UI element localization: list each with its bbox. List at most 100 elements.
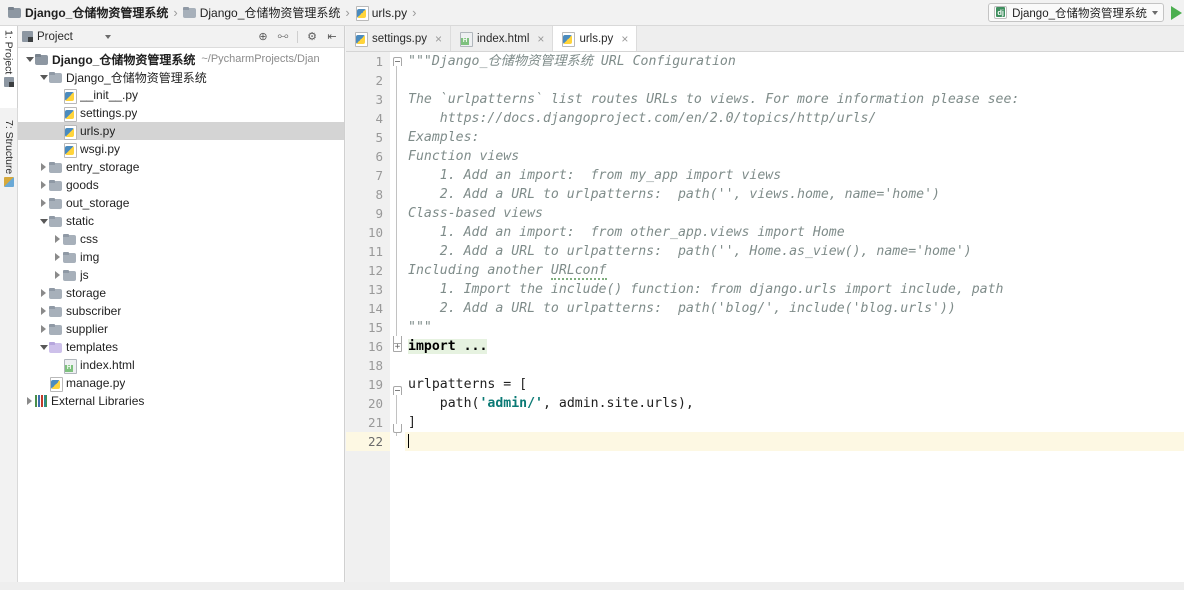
chevron-down-icon[interactable]	[24, 50, 35, 68]
chevron-right-icon[interactable]	[52, 230, 63, 248]
code-span: , admin.site.urls),	[543, 396, 694, 411]
scroll-from-source-icon[interactable]: ⊕	[255, 29, 271, 45]
code-line[interactable]: 1. Add an import: from my_app import vie…	[405, 166, 1184, 185]
tree-row-icon	[49, 71, 62, 83]
editor-tab-label: settings.py	[372, 32, 427, 45]
tree-row[interactable]: Django_仓储物资管理系统 ~/PycharmProjects/Djan	[18, 50, 344, 68]
tree-row[interactable]: External Libraries	[18, 392, 344, 410]
chevron-right-icon[interactable]	[52, 266, 63, 284]
code-line[interactable]: Examples:	[405, 128, 1184, 147]
code-line[interactable]: """	[405, 318, 1184, 337]
fold-marker-imports-expand[interactable]: +	[392, 342, 403, 353]
tree-row[interactable]: img	[18, 248, 344, 266]
editor-tab[interactable]: index.html ×	[451, 26, 554, 51]
chevron-down-icon[interactable]	[38, 68, 49, 86]
chevron-down-icon[interactable]	[1152, 10, 1158, 15]
chevron-right-icon[interactable]	[38, 194, 49, 212]
settings-gear-icon[interactable]: ⚙	[304, 29, 320, 45]
code-line[interactable]: ]	[405, 413, 1184, 432]
close-icon[interactable]: ×	[435, 32, 442, 46]
hide-panel-icon[interactable]: ⇤	[324, 29, 340, 45]
code-span: URLconf	[550, 263, 607, 280]
project-panel-title[interactable]: Project	[22, 31, 73, 43]
code-line[interactable]: 2. Add a URL to urlpatterns: path('', vi…	[405, 185, 1184, 204]
chevron-right-icon[interactable]	[38, 284, 49, 302]
close-icon[interactable]: ×	[621, 32, 628, 46]
tree-row[interactable]: goods	[18, 176, 344, 194]
code-line[interactable]	[405, 356, 1184, 375]
editor-tab[interactable]: settings.py ×	[346, 26, 451, 51]
tree-row-label: entry_storage	[66, 160, 140, 174]
tree-row[interactable]: Django_仓储物资管理系统	[18, 68, 344, 86]
tree-row[interactable]: storage	[18, 284, 344, 302]
code-line[interactable]: Class-based views	[405, 204, 1184, 223]
code-line[interactable]: Including another URLconf	[405, 261, 1184, 280]
code-line[interactable]	[405, 432, 1184, 451]
code-span: 1. Add an import: from my_app import vie…	[408, 168, 782, 183]
breadcrumb-item[interactable]: urls.py	[355, 6, 407, 21]
editor-tab-label: urls.py	[579, 32, 614, 45]
close-icon[interactable]: ×	[537, 32, 544, 46]
project-file-tree[interactable]: Django_仓储物资管理系统 ~/PycharmProjects/Djan Dja…	[18, 48, 344, 582]
folder-icon	[182, 7, 196, 18]
chevron-down-icon[interactable]	[38, 338, 49, 356]
tree-row-label: subscriber	[66, 304, 122, 318]
code-text[interactable]: """Django_仓储物资管理系统 URL Configuration The …	[405, 52, 1184, 590]
code-line[interactable]: urlpatterns = [	[405, 375, 1184, 394]
breadcrumb-item[interactable]: Django_仓储物资管理系统	[182, 4, 340, 21]
code-area[interactable]: 1 2 3 4 5 6 7 8 9 10 11 12 13 14 15 16 18 19 20 21 22 + """D…	[346, 52, 1184, 590]
collapse-all-icon[interactable]: ⧟	[275, 29, 291, 45]
tool-button-structure[interactable]: 7: Structure	[0, 116, 18, 212]
tree-row-label: templates	[66, 340, 119, 354]
chevron-right-icon[interactable]	[38, 158, 49, 176]
folder-icon	[63, 251, 76, 263]
fold-marker-docstring-start[interactable]	[392, 56, 403, 67]
code-line[interactable]: 1. Import the include() function: from d…	[405, 280, 1184, 299]
tree-row[interactable]: manage.py	[18, 374, 344, 392]
tree-row-icon	[49, 341, 62, 353]
chevron-right-icon[interactable]	[24, 392, 35, 410]
tree-row[interactable]: out_storage	[18, 194, 344, 212]
code-line[interactable]: path('admin/', admin.site.urls),	[405, 394, 1184, 413]
python-file-icon	[63, 88, 77, 104]
chevron-right-icon[interactable]	[38, 176, 49, 194]
tree-row[interactable]: static	[18, 212, 344, 230]
run-arrow-icon[interactable]	[1171, 5, 1182, 20]
chevron-down-icon[interactable]	[104, 34, 111, 39]
tree-row[interactable]: entry_storage	[18, 158, 344, 176]
tree-row[interactable]: urls.py	[18, 122, 344, 140]
run-configuration-selector[interactable]: Django_仓储物资管理系统	[988, 3, 1164, 22]
editor-tab[interactable]: urls.py ×	[553, 26, 638, 51]
tree-row[interactable]: settings.py	[18, 104, 344, 122]
tree-row[interactable]: __init__.py	[18, 86, 344, 104]
code-line[interactable]: Function views	[405, 147, 1184, 166]
fold-marker-urlpatterns-start[interactable]	[392, 385, 403, 396]
tree-row[interactable]: index.html	[18, 356, 344, 374]
fold-marker-urlpatterns-end[interactable]	[392, 423, 403, 434]
code-line[interactable]	[405, 71, 1184, 90]
folder-icon	[49, 287, 62, 299]
code-folding-gutter[interactable]: +	[390, 52, 405, 590]
breadcrumb-item[interactable]: Django_仓储物资管理系统	[8, 4, 168, 21]
chevron-right-icon[interactable]	[38, 302, 49, 320]
chevron-down-icon[interactable]	[38, 212, 49, 230]
tree-row[interactable]: wsgi.py	[18, 140, 344, 158]
chevron-right-icon[interactable]	[52, 248, 63, 266]
tree-row[interactable]: supplier	[18, 320, 344, 338]
code-line[interactable]: 2. Add a URL to urlpatterns: path('blog/…	[405, 299, 1184, 318]
html-file-icon	[459, 32, 473, 47]
tree-row[interactable]: css	[18, 230, 344, 248]
code-line[interactable]: """Django_仓储物资管理系统 URL Configuration	[405, 52, 1184, 71]
code-line[interactable]: 1. Add an import: from other_app.views i…	[405, 223, 1184, 242]
code-line[interactable]: https://docs.djangoproject.com/en/2.0/to…	[405, 109, 1184, 128]
tool-button-project-label: 1: Project	[2, 30, 15, 75]
tree-row[interactable]: js	[18, 266, 344, 284]
chevron-right-icon[interactable]	[38, 320, 49, 338]
tree-row[interactable]: templates	[18, 338, 344, 356]
tool-button-project[interactable]: 1: Project	[0, 26, 18, 108]
code-line[interactable]: 2. Add a URL to urlpatterns: path('', Ho…	[405, 242, 1184, 261]
template-folder-icon	[49, 341, 62, 353]
tree-row[interactable]: subscriber	[18, 302, 344, 320]
code-line[interactable]: The `urlpatterns` list routes URLs to vi…	[405, 90, 1184, 109]
code-line[interactable]: import ...	[405, 337, 1184, 356]
